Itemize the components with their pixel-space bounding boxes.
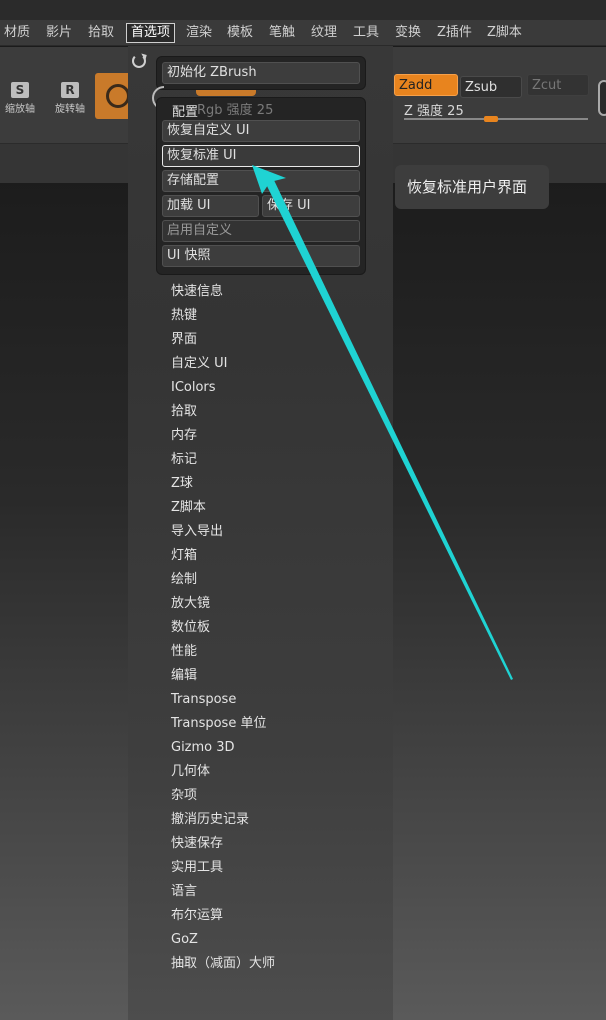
subpalette-item[interactable]: 自定义 UI bbox=[171, 355, 227, 373]
subpalette-item[interactable]: GoZ bbox=[171, 931, 198, 949]
subpalette-item[interactable]: 撤消历史记录 bbox=[171, 811, 249, 829]
menubar: 材质 影片 拾取 首选项 渲染 模板 笔触 纹理 工具 变换 Z插件 Z脚本 bbox=[0, 20, 606, 46]
subpalette-item[interactable]: 数位板 bbox=[171, 619, 210, 637]
subpalette-item[interactable]: Gizmo 3D bbox=[171, 739, 235, 757]
restore-standard-ui-button[interactable]: 恢复标准 UI bbox=[162, 145, 360, 167]
subpalette-item[interactable]: 快速保存 bbox=[171, 835, 223, 853]
z-intensity-slider-knob[interactable] bbox=[484, 116, 498, 122]
menu-zplugin[interactable]: Z插件 bbox=[433, 23, 476, 43]
subpalette-item[interactable]: Z脚本 bbox=[171, 499, 206, 517]
menu-zscript[interactable]: Z脚本 bbox=[483, 23, 526, 43]
subpalette-item[interactable]: IColors bbox=[171, 379, 216, 397]
subpalette-item[interactable]: Z球 bbox=[171, 475, 193, 493]
zsub-button[interactable]: Zsub bbox=[460, 76, 522, 98]
ui-snapshot-button[interactable]: UI 快照 bbox=[162, 245, 360, 267]
subpalette-item[interactable]: Transpose bbox=[171, 691, 236, 709]
zcut-button[interactable]: Zcut bbox=[527, 74, 589, 96]
menu-material[interactable]: 材质 bbox=[0, 23, 34, 43]
tooltip: 恢复标准用户界面 bbox=[395, 165, 549, 209]
underlying-orange-bar bbox=[196, 90, 256, 96]
menu-tool[interactable]: 工具 bbox=[349, 23, 383, 43]
menu-preferences[interactable]: 首选项 bbox=[126, 23, 176, 43]
window-top-strip bbox=[0, 0, 606, 20]
menu-stroke[interactable]: 笔触 bbox=[265, 23, 299, 43]
subpalette-item[interactable]: 内存 bbox=[171, 427, 197, 445]
subpalette-item[interactable]: 热键 bbox=[171, 307, 197, 325]
menu-picker[interactable]: 拾取 bbox=[84, 23, 118, 43]
scale-axis-label: 缩放轴 bbox=[5, 104, 35, 115]
subpalette-item[interactable]: 语言 bbox=[171, 883, 197, 901]
rotate-icon: R bbox=[61, 82, 79, 98]
right-edge-control[interactable] bbox=[598, 80, 606, 116]
subpalette-item[interactable]: 快速信息 bbox=[171, 283, 223, 301]
subpalette-item[interactable]: Transpose 单位 bbox=[171, 715, 266, 733]
restore-custom-ui-button[interactable]: 恢复自定义 UI bbox=[162, 120, 360, 142]
subpalette-item[interactable]: 几何体 bbox=[171, 763, 210, 781]
menu-stencil[interactable]: 模板 bbox=[223, 23, 257, 43]
subpalette-item[interactable]: 抽取（减面）大师 bbox=[171, 955, 275, 973]
store-config-button[interactable]: 存储配置 bbox=[162, 170, 360, 192]
rotate-axis-label: 旋转轴 bbox=[55, 104, 85, 115]
z-intensity-slider[interactable] bbox=[404, 116, 588, 122]
refresh-icon[interactable] bbox=[132, 54, 146, 68]
z-intensity-label: Z 强度 25 bbox=[404, 104, 464, 119]
menu-movie[interactable]: 影片 bbox=[42, 23, 76, 43]
rotate-axis-tool[interactable]: R 旋转轴 bbox=[50, 82, 90, 122]
menu-render[interactable]: 渲染 bbox=[182, 23, 216, 43]
subpalette-item[interactable]: 杂项 bbox=[171, 787, 197, 805]
zadd-button[interactable]: Zadd bbox=[394, 74, 458, 96]
subpalette-item[interactable]: 标记 bbox=[171, 451, 197, 469]
init-zbrush-button[interactable]: 初始化 ZBrush bbox=[162, 62, 360, 84]
subpalette-item[interactable]: 放大镜 bbox=[171, 595, 210, 613]
subpalette-item[interactable]: 布尔运算 bbox=[171, 907, 223, 925]
subpalette-item[interactable]: 界面 bbox=[171, 331, 197, 349]
subpalette-item[interactable]: 灯箱 bbox=[171, 547, 197, 565]
scale-icon: S bbox=[11, 82, 29, 98]
menu-texture[interactable]: 纹理 bbox=[307, 23, 341, 43]
enable-customize-button[interactable]: 启用自定义 bbox=[162, 220, 360, 242]
save-ui-button[interactable]: 保存 UI bbox=[262, 195, 360, 217]
subpalette-item[interactable]: 导入导出 bbox=[171, 523, 223, 541]
subpalette-item[interactable]: 性能 bbox=[171, 643, 197, 661]
load-ui-button[interactable]: 加载 UI bbox=[162, 195, 259, 217]
subpalette-item[interactable]: 实用工具 bbox=[171, 859, 223, 877]
scale-axis-tool[interactable]: S 缩放轴 bbox=[0, 82, 40, 122]
config-title: 配置 bbox=[172, 105, 199, 120]
brush-icon bbox=[106, 84, 130, 108]
subpalette-item[interactable]: 拾取 bbox=[171, 403, 197, 421]
menu-transform[interactable]: 变换 bbox=[391, 23, 425, 43]
subpalette-item[interactable]: 绘制 bbox=[171, 571, 197, 589]
rgb-intensity-label: Rgb 强度 25 bbox=[197, 103, 274, 118]
subpalette-item[interactable]: 编辑 bbox=[171, 667, 197, 685]
